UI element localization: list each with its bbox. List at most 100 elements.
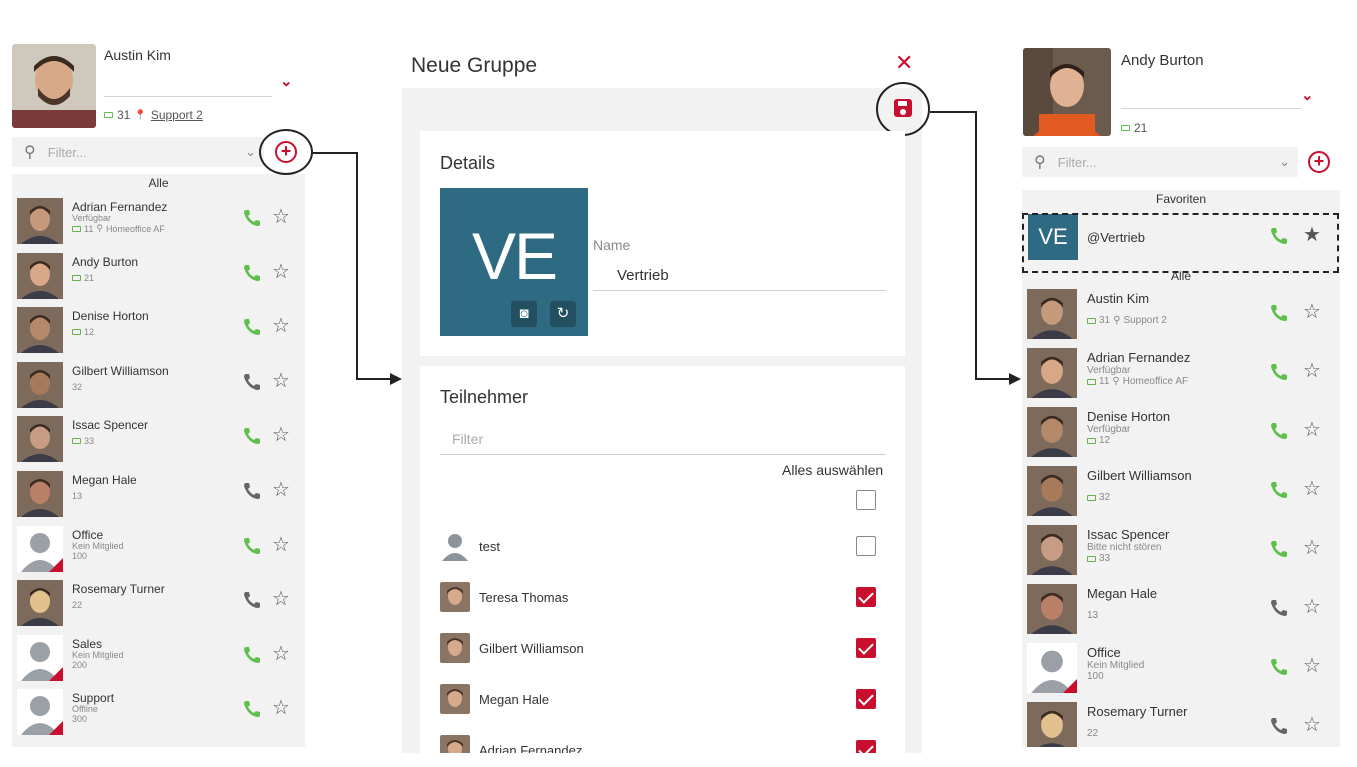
name-input[interactable]: Vertrieb bbox=[617, 267, 669, 284]
refresh-icon[interactable]: ↻ bbox=[550, 301, 576, 327]
contact-extension: 12 bbox=[1099, 435, 1111, 446]
filter-bar[interactable]: ⚲ Filter... ⌄ bbox=[1022, 147, 1298, 177]
contact-name: Denise Horton bbox=[1087, 409, 1171, 424]
star-icon[interactable]: ☆ bbox=[1303, 712, 1321, 737]
star-icon[interactable]: ☆ bbox=[272, 641, 290, 666]
contact-meta: 13 bbox=[1087, 610, 1098, 621]
star-icon[interactable]: ☆ bbox=[1303, 476, 1321, 501]
star-icon[interactable]: ☆ bbox=[1303, 653, 1321, 678]
chevron-down-icon[interactable]: ⌄ bbox=[1279, 154, 1290, 170]
star-icon[interactable]: ☆ bbox=[1303, 535, 1321, 560]
phone-icon[interactable] bbox=[242, 699, 262, 719]
contact-row[interactable]: Adrian Fernandez Verfügbar 11 ⚲ Homeoffice A… bbox=[12, 192, 305, 247]
contact-row[interactable]: Gilbert Williamson 32 ☆ bbox=[1022, 462, 1340, 521]
own-avatar[interactable] bbox=[1023, 48, 1111, 136]
star-icon[interactable]: ☆ bbox=[272, 477, 290, 502]
own-extension: 21 bbox=[1134, 121, 1148, 135]
participant-row[interactable]: Megan Hale bbox=[440, 684, 886, 716]
participant-checkbox[interactable] bbox=[856, 638, 876, 658]
contact-avatar bbox=[17, 361, 63, 408]
contact-location: Homeoffice AF bbox=[1122, 376, 1189, 387]
add-group-button[interactable]: + bbox=[1308, 151, 1330, 173]
contact-row[interactable]: Office Kein Mitglied 100 ☆ bbox=[12, 520, 305, 575]
chevron-down-icon[interactable]: ⌄ bbox=[245, 144, 256, 160]
phone-icon[interactable] bbox=[242, 426, 262, 446]
status-field[interactable] bbox=[104, 96, 272, 97]
select-all-checkbox[interactable] bbox=[856, 490, 876, 510]
close-icon[interactable]: ✕ bbox=[895, 50, 913, 76]
phone-icon[interactable] bbox=[1269, 716, 1289, 736]
phone-icon[interactable] bbox=[242, 317, 262, 337]
participant-checkbox[interactable] bbox=[856, 689, 876, 709]
phone-icon[interactable] bbox=[1269, 657, 1289, 677]
contact-row[interactable]: Issac Spencer Bitte nicht stören 33 ☆ bbox=[1022, 521, 1340, 580]
star-icon[interactable]: ☆ bbox=[1303, 299, 1321, 324]
contact-meta: 22 bbox=[72, 600, 82, 610]
contact-row[interactable]: Rosemary Turner 22 ☆ bbox=[1022, 698, 1340, 747]
phone-icon[interactable] bbox=[242, 536, 262, 556]
phone-icon[interactable] bbox=[1269, 598, 1289, 618]
star-icon[interactable]: ☆ bbox=[272, 204, 290, 229]
phone-icon[interactable] bbox=[1269, 362, 1289, 382]
contact-extension: 31 bbox=[1099, 315, 1111, 326]
star-icon[interactable]: ☆ bbox=[272, 695, 290, 720]
star-icon[interactable]: ☆ bbox=[272, 259, 290, 284]
star-icon[interactable]: ☆ bbox=[1303, 417, 1321, 442]
status-field[interactable] bbox=[1121, 108, 1301, 109]
contact-row[interactable]: Support Offline 300 ☆ bbox=[12, 683, 305, 738]
contact-row[interactable]: Andy Burton 21 ☆ bbox=[12, 247, 305, 302]
own-avatar[interactable] bbox=[12, 44, 96, 128]
connector-line bbox=[975, 378, 1009, 380]
participant-row[interactable]: Adrian Fernandez bbox=[440, 735, 886, 753]
star-icon[interactable]: ☆ bbox=[272, 313, 290, 338]
phone-icon[interactable] bbox=[1269, 303, 1289, 323]
contact-row[interactable]: Issac Spencer 33 ☆ bbox=[12, 410, 305, 465]
monitor-icon bbox=[1087, 494, 1096, 501]
filter-input[interactable]: Filter... bbox=[48, 145, 245, 160]
contact-meta: 33 bbox=[1087, 553, 1110, 564]
participant-checkbox[interactable] bbox=[856, 536, 876, 556]
phone-icon[interactable] bbox=[1269, 421, 1289, 441]
contact-row[interactable]: Sales Kein Mitglied 200 ☆ bbox=[12, 629, 305, 684]
chevron-down-icon[interactable]: ⌄ bbox=[1301, 86, 1314, 104]
phone-icon[interactable] bbox=[242, 208, 262, 228]
participant-checkbox[interactable] bbox=[856, 740, 876, 753]
phone-icon[interactable] bbox=[242, 645, 262, 665]
participants-filter-input[interactable]: Filter bbox=[452, 431, 483, 447]
filter-bar[interactable]: ⚲ Filter... ⌄ bbox=[12, 137, 264, 167]
filter-input[interactable]: Filter... bbox=[1058, 155, 1279, 170]
star-icon[interactable]: ☆ bbox=[272, 586, 290, 611]
contact-row[interactable]: Gilbert Williamson 32 ☆ bbox=[12, 356, 305, 411]
contact-extension: 13 bbox=[72, 490, 83, 501]
phone-icon[interactable] bbox=[242, 372, 262, 392]
contact-row[interactable]: Adrian Fernandez Verfügbar 11 ⚲ Homeoffice A… bbox=[1022, 344, 1340, 403]
participant-name: Teresa Thomas bbox=[479, 590, 569, 605]
star-icon[interactable]: ☆ bbox=[1303, 594, 1321, 619]
phone-icon[interactable] bbox=[242, 481, 262, 501]
contact-row[interactable]: Office Kein Mitglied 100 ☆ bbox=[1022, 639, 1340, 698]
own-location-link[interactable]: Support 2 bbox=[151, 108, 203, 122]
participant-name: Megan Hale bbox=[479, 692, 550, 707]
star-icon[interactable]: ☆ bbox=[272, 532, 290, 557]
contact-row[interactable]: Denise Horton 12 ☆ bbox=[12, 301, 305, 356]
contact-row[interactable]: Megan Hale 13 ☆ bbox=[12, 465, 305, 520]
participant-row[interactable]: Teresa Thomas bbox=[440, 582, 886, 614]
contact-row[interactable]: Austin Kim 31 ⚲ Support 2 ☆ bbox=[1022, 285, 1340, 344]
phone-icon[interactable] bbox=[1269, 539, 1289, 559]
phone-icon[interactable] bbox=[242, 263, 262, 283]
phone-icon[interactable] bbox=[1269, 480, 1289, 500]
contact-row[interactable]: Megan Hale 13 ☆ bbox=[1022, 580, 1340, 639]
star-icon[interactable]: ☆ bbox=[272, 368, 290, 393]
participant-row[interactable]: test bbox=[440, 531, 886, 563]
star-icon[interactable]: ☆ bbox=[1303, 358, 1321, 383]
phone-icon[interactable] bbox=[242, 590, 262, 610]
participant-row[interactable]: Gilbert Williamson bbox=[440, 633, 886, 665]
participant-checkbox[interactable] bbox=[856, 587, 876, 607]
connector-line bbox=[313, 152, 357, 154]
star-icon[interactable]: ☆ bbox=[272, 422, 290, 447]
camera-icon[interactable]: ◙ bbox=[511, 301, 537, 327]
chevron-down-icon[interactable]: ⌄ bbox=[280, 72, 293, 90]
contact-meta: 12 bbox=[72, 327, 94, 337]
contact-row[interactable]: Denise Horton Verfügbar 12 ☆ bbox=[1022, 403, 1340, 462]
contact-row[interactable]: Rosemary Turner 22 ☆ bbox=[12, 574, 305, 629]
